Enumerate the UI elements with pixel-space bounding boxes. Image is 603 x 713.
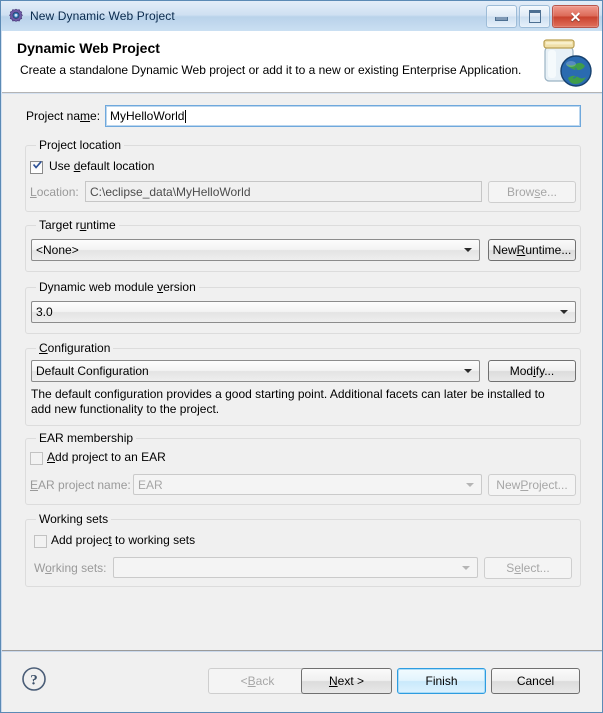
close-button[interactable]: ✕	[552, 5, 599, 28]
check-icon	[33, 161, 42, 169]
window-controls: ✕	[486, 5, 599, 28]
working-sets-combo	[113, 557, 478, 578]
target-runtime-group-label: Target runtime	[36, 218, 119, 232]
target-runtime-value: <None>	[36, 243, 79, 257]
window-title: New Dynamic Web Project	[30, 9, 175, 23]
project-name-label: Project name:	[26, 109, 101, 123]
chevron-down-icon	[462, 565, 470, 570]
target-runtime-combo[interactable]: <None>	[31, 239, 480, 261]
maximize-icon	[528, 10, 541, 23]
configuration-combo[interactable]: Default Configuration	[31, 360, 480, 382]
finish-button[interactable]: Finish	[397, 668, 486, 694]
module-version-group-label: Dynamic web module version	[36, 280, 199, 294]
minimize-button[interactable]	[486, 5, 517, 28]
minimize-icon	[495, 17, 508, 21]
text-caret	[185, 109, 187, 123]
maximize-button[interactable]	[519, 5, 550, 28]
configuration-description: The default configuration provides a goo…	[31, 387, 545, 416]
wizard-header: Dynamic Web Project Create a standalone …	[2, 31, 602, 93]
location-label: Location:	[30, 185, 79, 199]
use-default-location-checkbox[interactable]	[30, 161, 43, 174]
new-runtime-button[interactable]: New Runtime...	[488, 239, 576, 261]
browse-button: Brow s e...	[488, 181, 576, 203]
add-project-to-working-sets-checkbox[interactable]	[34, 535, 47, 548]
module-version-combo[interactable]: 3.0	[31, 301, 576, 323]
location-input: C:\eclipse_data\MyHelloWorld	[85, 181, 482, 202]
close-icon: ✕	[569, 8, 582, 25]
wizard-page-content: Project name: MyHelloWorld Project locat…	[2, 94, 602, 651]
project-location-group-label: Project location	[36, 138, 125, 152]
ear-project-name-label: EAR project name:	[30, 478, 131, 492]
ear-membership-group-label: EAR membership	[36, 431, 137, 445]
chevron-down-icon	[464, 248, 472, 252]
configuration-group-label: Configuration	[36, 341, 114, 355]
jar-globe-icon	[533, 33, 595, 91]
title-bar: New Dynamic Web Project ✕	[1, 1, 602, 31]
project-name-input[interactable]: MyHelloWorld	[105, 105, 581, 127]
chevron-down-icon	[466, 482, 474, 487]
add-project-to-ear-checkbox[interactable]	[30, 452, 43, 465]
working-sets-field-label: Working sets:	[34, 561, 107, 575]
configuration-value: Default Configuration	[36, 364, 149, 378]
ear-project-name-value: EAR	[138, 477, 163, 492]
project-name-value: MyHelloWorld	[110, 109, 185, 123]
chevron-down-icon	[464, 369, 472, 373]
chevron-down-icon	[560, 310, 568, 314]
new-dynamic-web-project-dialog: New Dynamic Web Project ✕ Dynamic Web Pr…	[0, 0, 603, 713]
page-description: Create a standalone Dynamic Web project …	[20, 63, 522, 77]
add-project-to-working-sets-label: Add project to working sets	[51, 533, 196, 547]
page-title: Dynamic Web Project	[17, 40, 160, 56]
ear-project-name-combo: EAR	[133, 474, 482, 495]
select-button: Se lect...	[484, 557, 572, 579]
working-sets-group-label: Working sets	[36, 512, 112, 526]
gear-icon	[8, 8, 24, 24]
footer-button-row: < Back Next > Finish Cancel	[1, 668, 602, 694]
module-version-value: 3.0	[36, 305, 53, 319]
new-project-button: New Project...	[488, 474, 576, 496]
add-project-to-ear-label: Add project to an EAR	[47, 450, 166, 464]
cancel-button[interactable]: Cancel	[491, 668, 580, 694]
location-value: C:\eclipse_data\MyHelloWorld	[90, 184, 251, 199]
back-button: < Back	[208, 668, 307, 694]
use-default-location-label: Use default location	[49, 159, 155, 173]
next-button[interactable]: Next >	[301, 668, 392, 694]
modify-button[interactable]: Mod i fy...	[488, 360, 576, 382]
